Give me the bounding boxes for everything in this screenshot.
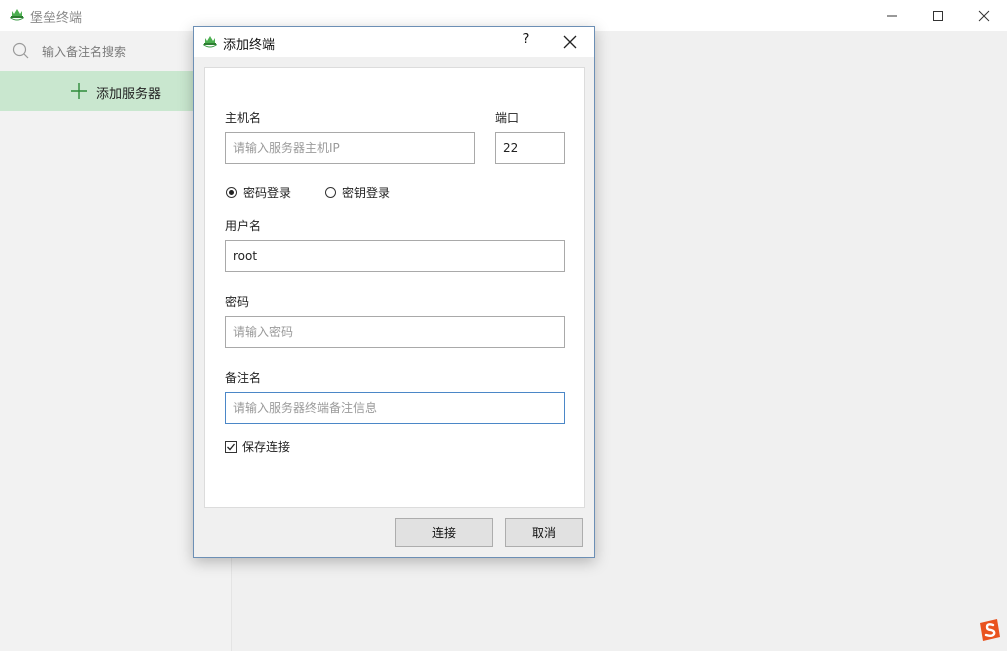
add-terminal-dialog: 添加终端 ? 主机名 端口 密码登录 密钥登录 用户名 密码 备注名 保存连接 [193, 26, 595, 558]
save-connection-checkbox[interactable]: 保存连接 [225, 438, 290, 455]
dialog-title: 添加终端 [223, 38, 276, 53]
help-button[interactable]: ? [516, 32, 536, 52]
remark-input[interactable] [225, 392, 565, 424]
password-input[interactable] [225, 316, 565, 348]
port-label: 端口 [495, 111, 520, 125]
leaf-logo-icon [202, 35, 218, 52]
password-login-label: 密码登录 [243, 186, 292, 200]
sogou-ime-icon[interactable] [977, 617, 1003, 643]
window-title: 堡垒终端 [30, 11, 83, 26]
maximize-icon [933, 10, 943, 21]
radio-selected-icon [226, 187, 237, 198]
remark-label: 备注名 [225, 371, 262, 385]
password-label: 密码 [225, 295, 250, 309]
dialog-close-button[interactable] [560, 32, 580, 52]
connect-button[interactable]: 连接 [395, 518, 493, 547]
add-server-button[interactable]: 添加服务器 [0, 71, 194, 111]
maximize-button[interactable] [915, 0, 961, 31]
radio-unselected-icon [325, 187, 336, 198]
close-icon [978, 10, 990, 21]
leaf-logo-icon [9, 8, 25, 22]
close-icon [563, 35, 577, 49]
add-server-label: 添加服务器 [96, 87, 162, 102]
plus-icon [71, 83, 87, 102]
username-input[interactable] [225, 240, 565, 272]
minimize-button[interactable] [869, 0, 915, 31]
cancel-button[interactable]: 取消 [505, 518, 583, 547]
hostname-label: 主机名 [225, 111, 262, 125]
checkmark-icon [225, 440, 237, 453]
key-login-radio[interactable]: 密钥登录 [325, 184, 390, 201]
port-input[interactable] [495, 132, 565, 164]
minimize-icon [887, 15, 897, 16]
username-label: 用户名 [225, 219, 262, 233]
password-login-radio[interactable]: 密码登录 [226, 184, 291, 201]
save-connection-label: 保存连接 [242, 440, 291, 454]
dialog-titlebar: 添加终端 ? [194, 27, 594, 57]
search-icon [12, 42, 30, 63]
key-login-label: 密钥登录 [342, 186, 391, 200]
close-button[interactable] [961, 0, 1007, 31]
form-panel: 主机名 端口 密码登录 密钥登录 用户名 密码 备注名 保存连接 [204, 67, 585, 508]
hostname-input[interactable] [225, 132, 475, 164]
